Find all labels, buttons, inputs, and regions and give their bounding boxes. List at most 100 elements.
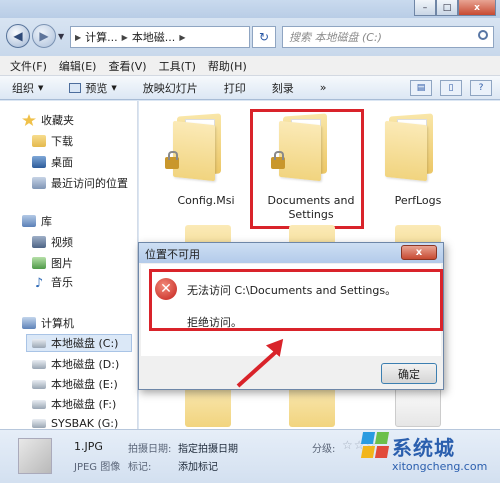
address-segment-drive[interactable]: 本地磁... — [132, 29, 176, 45]
sidebar-item-favorites[interactable]: 收藏夹 — [22, 111, 74, 129]
more-commands-button[interactable]: » — [320, 81, 327, 94]
sidebar-item-videos[interactable]: 视频 — [32, 233, 73, 251]
details-date-value[interactable]: 指定拍摄日期 — [178, 440, 238, 455]
slideshow-button[interactable]: 放映幻灯片 — [143, 80, 198, 96]
folder-label-config[interactable]: Config.Msi — [161, 194, 251, 208]
preview-icon — [69, 82, 82, 93]
config-msi-folder-icon[interactable] — [163, 111, 233, 182]
perflogs-folder-icon[interactable] — [375, 111, 445, 182]
recent-places-icon — [32, 177, 46, 189]
sidebar-item-label: 库 — [41, 215, 52, 228]
watermark-url: xitongcheng.com — [392, 460, 488, 473]
maximize-button[interactable]: □ — [436, 0, 458, 16]
sidebar-item-computer[interactable]: 计算机 — [22, 314, 74, 332]
details-filename: 1.JPG — [74, 440, 103, 453]
chevron-down-icon: ▼ — [111, 83, 117, 92]
organize-button[interactable]: 组织 ▼ — [12, 80, 43, 96]
sidebar-item-label: 本地磁盘 (C:) — [51, 337, 119, 350]
sidebar-item-label: 视频 — [51, 236, 73, 249]
drive-icon — [32, 359, 46, 369]
highlight-box — [250, 109, 364, 229]
search-placeholder: 搜索 本地磁盘 (C:) — [289, 31, 382, 44]
music-note-icon: ♪ — [34, 276, 44, 291]
sidebar-item-drive-d[interactable]: 本地磁盘 (D:) — [32, 355, 119, 373]
menu-edit[interactable]: 编辑(E) — [59, 58, 97, 74]
drive-icon — [32, 418, 46, 428]
lock-icon — [165, 151, 179, 169]
navigation-pane: 收藏夹 下载 桌面 最近访问的位置 库 视频 图片 ♪ 音乐 计算机 本地磁盘 … — [0, 101, 138, 430]
address-row: ◀ ▶ ▼ ▶ 计算... ▶ 本地磁... ▶ ↻ 搜索 本地磁盘 (C:) — [0, 18, 500, 56]
star-icon — [22, 114, 36, 126]
organize-label: 组织 — [12, 81, 34, 95]
preview-pane-icon[interactable]: ▯ — [440, 80, 462, 96]
minimize-button[interactable]: – — [414, 0, 436, 16]
address-chevron-icon[interactable]: ▶ — [122, 33, 128, 42]
computer-icon — [22, 317, 36, 329]
close-window-button[interactable]: x — [458, 0, 496, 16]
watermark-brand: 系统城 — [392, 436, 455, 460]
menu-help[interactable]: 帮助(H) — [208, 58, 247, 74]
menu-file[interactable]: 文件(F) — [10, 58, 47, 74]
dialog-title: 位置不可用 — [145, 248, 200, 261]
window-controls: – □ x — [414, 0, 496, 16]
details-tag-value[interactable]: 添加标记 — [178, 458, 218, 473]
sidebar-item-pictures[interactable]: 图片 — [32, 254, 73, 272]
downloads-folder-icon — [32, 135, 46, 147]
sidebar-item-label: 收藏夹 — [41, 114, 74, 127]
sidebar-item-recent[interactable]: 最近访问的位置 — [32, 174, 128, 192]
preview-button[interactable]: 预览 ▼ — [69, 80, 117, 96]
error-dialog: 位置不可用 x ✕ 无法访问 C:\Documents and Settings… — [138, 242, 444, 390]
library-icon — [22, 215, 36, 227]
image-thumbnail — [18, 438, 52, 474]
sidebar-item-label: 音乐 — [51, 276, 73, 289]
menu-bar: 文件(F) 编辑(E) 查看(V) 工具(T) 帮助(H) — [0, 56, 500, 76]
desktop-icon — [32, 156, 46, 168]
address-chevron-icon[interactable]: ▶ — [75, 33, 81, 42]
address-chevron-icon[interactable]: ▶ — [179, 33, 185, 42]
sidebar-item-music[interactable]: ♪ 音乐 — [32, 273, 73, 291]
drive-icon — [32, 399, 46, 409]
print-button[interactable]: 打印 — [224, 80, 246, 96]
refresh-icon[interactable]: ↻ — [252, 26, 276, 48]
sidebar-item-label: SYSBAK (G:) — [51, 416, 119, 430]
sidebar-item-drive-c[interactable]: 本地磁盘 (C:) — [26, 334, 132, 352]
sidebar-item-label: 图片 — [51, 257, 73, 270]
dialog-close-button[interactable]: x — [401, 245, 437, 260]
menu-tools[interactable]: 工具(T) — [159, 58, 196, 74]
pictures-icon — [32, 257, 46, 269]
video-icon — [32, 236, 46, 248]
address-segment-computer[interactable]: 计算... — [85, 29, 118, 45]
sidebar-item-label: 本地磁盘 (F:) — [51, 398, 117, 411]
sidebar-item-downloads[interactable]: 下载 — [32, 132, 73, 150]
dialog-title-bar: 位置不可用 x — [139, 243, 443, 263]
sidebar-item-libraries[interactable]: 库 — [22, 212, 52, 230]
help-icon[interactable]: ? — [470, 80, 492, 96]
sidebar-item-drive-e[interactable]: 本地磁盘 (E:) — [32, 375, 118, 393]
sidebar-item-label: 最近访问的位置 — [51, 177, 128, 190]
drive-icon — [32, 379, 46, 389]
forward-icon[interactable]: ▶ — [32, 24, 56, 48]
sidebar-item-desktop[interactable]: 桌面 — [32, 153, 73, 171]
sidebar-item-label: 桌面 — [51, 156, 73, 169]
sidebar-item-label: 计算机 — [41, 317, 74, 330]
command-bar: 组织 ▼ 预览 ▼ 放映幻灯片 打印 刻录 » ▤ ▯ ? — [0, 76, 500, 100]
menu-view[interactable]: 查看(V) — [108, 58, 146, 74]
search-input[interactable]: 搜索 本地磁盘 (C:) — [282, 26, 494, 48]
title-bar: – □ x — [0, 0, 500, 18]
change-view-icon[interactable]: ▤ — [410, 80, 432, 96]
history-dropdown-icon[interactable]: ▼ — [58, 32, 64, 41]
back-icon[interactable]: ◀ — [6, 24, 30, 48]
highlight-box — [149, 269, 443, 331]
view-controls: ▤ ▯ ? — [402, 80, 492, 96]
explorer-window: – □ x ◀ ▶ ▼ ▶ 计算... ▶ 本地磁... ▶ ↻ 搜索 本地磁盘… — [0, 0, 500, 483]
burn-button[interactable]: 刻录 — [272, 80, 294, 96]
details-tag-key: 标记: — [128, 462, 152, 473]
address-bar[interactable]: ▶ 计算... ▶ 本地磁... ▶ — [70, 26, 250, 48]
ok-button[interactable]: 确定 — [381, 363, 437, 384]
search-icon[interactable] — [478, 30, 488, 40]
details-date-key: 拍摄日期: — [128, 444, 172, 455]
folder-label-perflogs[interactable]: PerfLogs — [373, 194, 463, 208]
sidebar-item-label: 下载 — [51, 135, 73, 148]
drive-icon — [32, 338, 46, 348]
sidebar-item-drive-f[interactable]: 本地磁盘 (F:) — [32, 395, 116, 413]
